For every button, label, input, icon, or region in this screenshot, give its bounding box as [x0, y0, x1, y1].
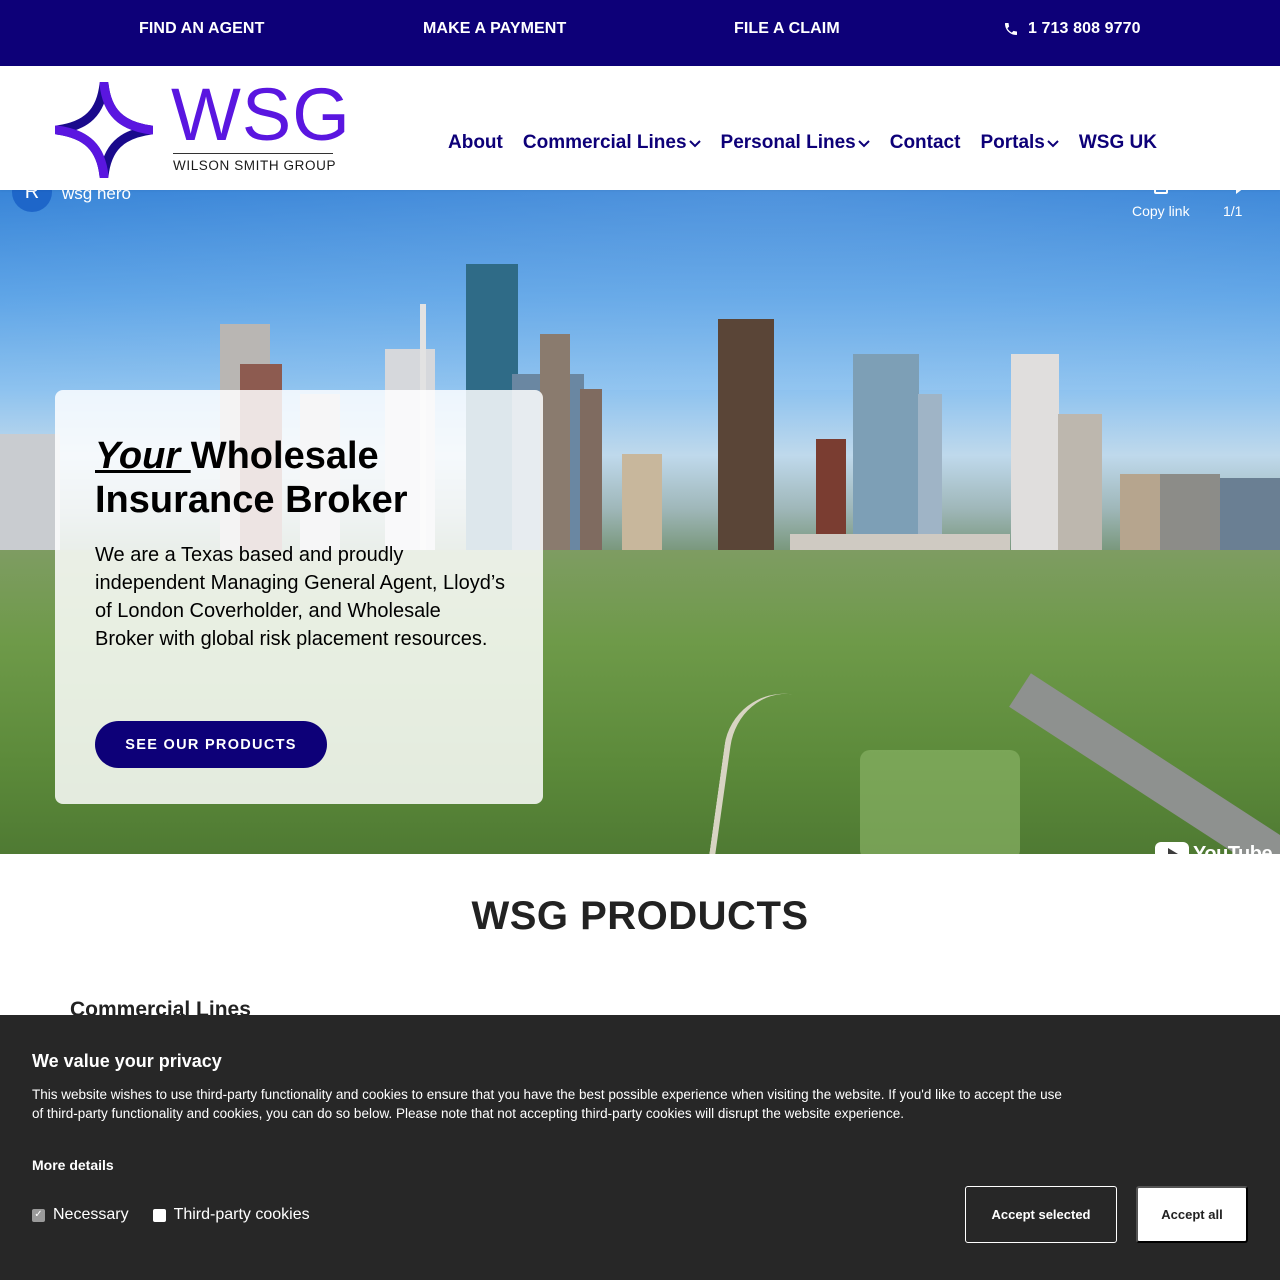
hero-card: Your Wholesale Insurance Broker We are a… — [55, 390, 543, 804]
products-title: WSG PRODUCTS — [471, 894, 809, 938]
cookie-banner: We value your privacy This website wishe… — [0, 1015, 1280, 1280]
necessary-label: Necessary — [53, 1206, 129, 1223]
accept-selected-button[interactable]: Accept selected — [965, 1186, 1117, 1243]
main-nav: About Commercial Lines Personal Lines Co… — [448, 132, 1177, 154]
find-agent-link[interactable]: FIND AN AGENT — [139, 20, 264, 38]
site-header: WSG WILSON SMITH GROUP About Commercial … — [0, 66, 1280, 190]
cookie-title: We value your privacy — [32, 1051, 222, 1071]
logo-divider — [173, 153, 333, 154]
necessary-checkbox — [32, 1208, 45, 1222]
see-products-button[interactable]: SEE OUR PRODUCTS — [95, 721, 327, 768]
field — [860, 750, 1020, 854]
playlist-count: 1/1 — [1223, 203, 1243, 219]
nav-contact-label: Contact — [889, 132, 961, 153]
star-logo-icon — [55, 82, 153, 178]
logo-subtitle: WILSON SMITH GROUP — [173, 158, 337, 173]
third-party-label: Third-party cookies — [173, 1206, 310, 1223]
nav-contact[interactable]: Contact — [890, 132, 961, 154]
phone-number: 1 713 808 9770 — [1028, 20, 1141, 37]
nav-about[interactable]: About — [448, 132, 503, 154]
chevron-down-icon — [688, 140, 701, 148]
third-party-option[interactable]: Third-party cookies — [152, 1206, 310, 1224]
nav-portals[interactable]: Portals — [980, 132, 1059, 154]
playlist-icon[interactable] — [1236, 190, 1244, 194]
copy-link-button[interactable]: Copy link — [1132, 203, 1190, 219]
hero-heading-emphasis: Your — [95, 435, 191, 477]
necessary-option: Necessary — [32, 1206, 129, 1224]
copy-icon[interactable] — [1154, 190, 1168, 194]
nav-wsg-uk-label: WSG UK — [1078, 132, 1157, 153]
chevron-down-icon — [1047, 140, 1059, 148]
video-header: R wsg hero Copy link 1/1 — [0, 190, 1280, 250]
nav-portals-label: Portals — [980, 132, 1045, 153]
nav-personal-lines-label: Personal Lines — [720, 132, 856, 153]
logo-wordmark: WSG — [171, 73, 351, 156]
more-details-link[interactable]: More details — [32, 1157, 114, 1173]
youtube-play-icon — [1155, 842, 1189, 854]
phone-link[interactable]: 1 713 808 9770 — [1003, 20, 1141, 38]
cookie-options: Necessary Third-party cookies — [32, 1206, 334, 1224]
youtube-logo[interactable]: YouTube — [1155, 842, 1273, 855]
nav-commercial-lines-label: Commercial Lines — [522, 132, 687, 153]
accept-all-button[interactable]: Accept all — [1136, 1186, 1248, 1243]
nav-about-label: About — [448, 132, 503, 153]
cookie-text: This website wishes to use third-party f… — [32, 1087, 1062, 1121]
make-payment-link[interactable]: MAKE A PAYMENT — [423, 20, 566, 38]
hero-heading: Your Wholesale Insurance Broker — [95, 434, 515, 522]
nav-commercial-lines[interactable]: Commercial Lines — [523, 132, 701, 154]
utility-bar: FIND AN AGENT MAKE A PAYMENT FILE A CLAI… — [0, 0, 1280, 66]
video-title[interactable]: wsg hero — [62, 190, 131, 204]
nav-wsg-uk[interactable]: WSG UK — [1079, 132, 1157, 154]
third-party-checkbox[interactable] — [152, 1208, 166, 1222]
chevron-down-icon — [858, 140, 870, 148]
nav-personal-lines[interactable]: Personal Lines — [721, 132, 870, 154]
youtube-wordmark: YouTube — [1193, 842, 1273, 855]
hero-description: We are a Texas based and proudly indepen… — [95, 544, 505, 650]
file-claim-link[interactable]: FILE A CLAIM — [734, 20, 840, 38]
wsg-logo[interactable]: WSG WILSON SMITH GROUP — [55, 78, 350, 178]
channel-avatar[interactable]: R — [12, 190, 52, 212]
phone-icon — [1005, 23, 1017, 35]
